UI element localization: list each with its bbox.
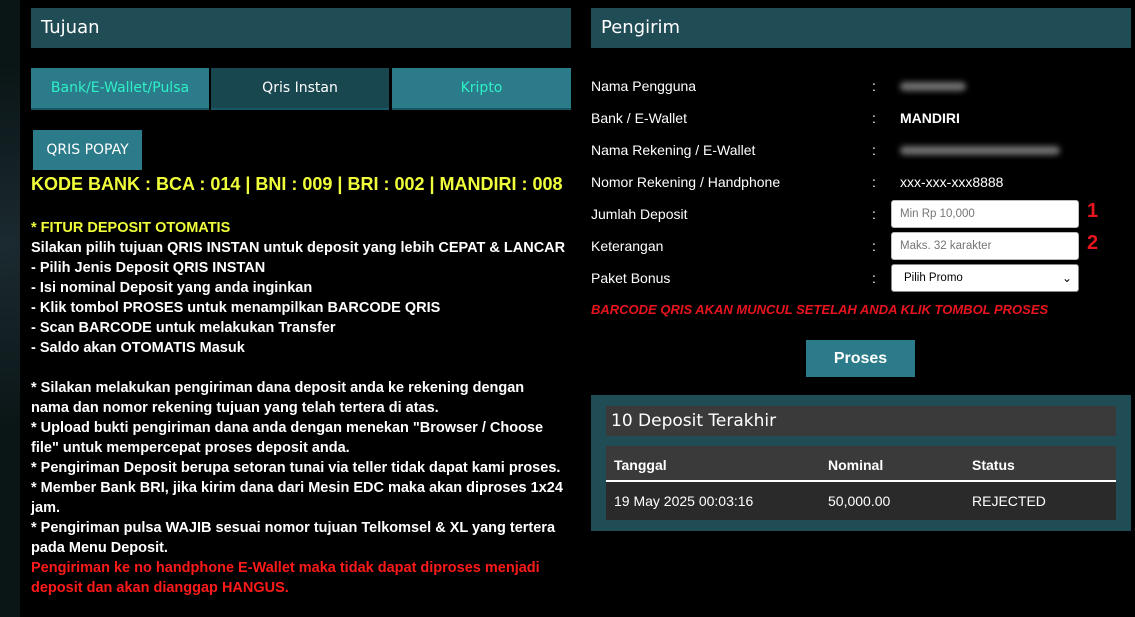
nama-pengguna-value-redacted [900, 78, 966, 94]
step-line: Silakan pilih tujuan QRIS INSTAN untuk d… [31, 240, 566, 256]
cell-tanggal: 19 May 2025 00:03:16 [614, 493, 754, 509]
deposit-history-panel: 10 Deposit Terakhir Tanggal Nominal Stat… [591, 395, 1131, 531]
paket-bonus-label: Paket Bonus [591, 270, 671, 286]
step-line: - Pilih Jenis Deposit QRIS INSTAN [31, 260, 266, 276]
note-line: * Pengiriman pulsa WAJIB sesuai nomor tu… [31, 520, 556, 536]
colon: : [872, 206, 876, 222]
note-line: * Member Bank BRI, jika kirim dana dari … [31, 480, 563, 496]
tab-qris-instan[interactable]: Qris Instan [211, 68, 389, 110]
cell-status: REJECTED [972, 493, 1046, 509]
tab-bank-ewallet-pulsa[interactable]: Bank/E-Wallet/Pulsa [31, 68, 209, 110]
step-line: - Scan BARCODE untuk melakukan Transfer [31, 320, 336, 336]
jumlah-deposit-label: Jumlah Deposit [591, 206, 688, 222]
warning-line: deposit dan akan dianggap HANGUS. [31, 580, 289, 596]
note-line: * Silakan melakukan pengiriman dana depo… [31, 380, 525, 396]
fitur-heading: * FITUR DEPOSIT OTOMATIS [31, 220, 231, 236]
tab-kripto[interactable]: Kripto [392, 68, 571, 110]
deposit-instructions: * FITUR DEPOSIT OTOMATIS Silakan pilih t… [31, 218, 576, 598]
cell-nominal: 50,000.00 [828, 493, 891, 509]
row-bank: Bank / E-Wallet : MANDIRI [591, 102, 1131, 134]
nomor-rekening-value: xxx-xxx-xxx8888 [900, 174, 1004, 190]
history-table: Tanggal Nominal Status 19 May 2025 00:03… [606, 446, 1116, 520]
keterangan-label: Keterangan [591, 238, 664, 254]
nama-rekening-label: Nama Rekening / E-Wallet [591, 142, 756, 158]
colon: : [872, 174, 876, 190]
colon: : [872, 270, 876, 286]
pengirim-header: Pengirim [591, 8, 1131, 48]
paket-bonus-select[interactable]: Pilih Promo ⌄ [891, 264, 1079, 292]
row-paket-bonus: Paket Bonus : Pilih Promo ⌄ [591, 262, 1131, 294]
jumlah-deposit-input[interactable] [891, 200, 1079, 228]
note-line: nama dan nomor rekening tujuan yang tela… [31, 400, 439, 416]
paket-bonus-selected: Pilih Promo [904, 272, 963, 284]
chevron-down-icon: ⌄ [1061, 271, 1072, 285]
nama-rekening-value-redacted [900, 142, 1060, 158]
annotation-marker-2: 2 [1087, 232, 1099, 254]
qris-popay-button[interactable]: QRIS POPAY [33, 130, 142, 170]
step-line: - Isi nominal Deposit yang anda inginkan [31, 280, 313, 296]
pengirim-panel: Pengirim Nama Pengguna : Bank / E-Wallet… [582, 0, 1135, 617]
nama-pengguna-label: Nama Pengguna [591, 78, 697, 94]
bank-value: MANDIRI [900, 110, 960, 126]
row-keterangan: Keterangan : 2 [591, 230, 1131, 262]
note-line: pada Menu Deposit. [31, 540, 168, 556]
barcode-note: BARCODE QRIS AKAN MUNCUL SETELAH ANDA KL… [591, 302, 1049, 317]
nomor-rekening-label: Nomor Rekening / Handphone [591, 174, 781, 190]
row-nama-rekening: Nama Rekening / E-Wallet : [591, 134, 1131, 166]
annotation-marker-1: 1 [1087, 200, 1099, 222]
colon: : [872, 142, 876, 158]
note-line: * Pengiriman Deposit berupa setoran tuna… [31, 460, 561, 476]
note-line: file" untuk mempercepat proses deposit a… [31, 440, 350, 456]
history-title: 10 Deposit Terakhir [606, 406, 1116, 436]
col-status: Status [972, 457, 1015, 473]
row-jumlah-deposit: Jumlah Deposit : 1 [591, 198, 1131, 230]
step-line: - Saldo akan OTOMATIS Masuk [31, 340, 245, 356]
keterangan-input[interactable] [891, 232, 1079, 260]
history-table-header: Tanggal Nominal Status [606, 446, 1116, 482]
note-line: * Upload bukti pengiriman dana anda deng… [31, 420, 544, 436]
row-nama-pengguna: Nama Pengguna : [591, 70, 1131, 102]
colon: : [872, 110, 876, 126]
proses-button[interactable]: Proses [806, 340, 915, 377]
row-nomor-rekening: Nomor Rekening / Handphone : xxx-xxx-xxx… [591, 166, 1131, 198]
note-line: jam. [31, 500, 61, 516]
table-row: 19 May 2025 00:03:16 50,000.00 REJECTED [606, 482, 1116, 520]
col-nominal: Nominal [828, 457, 884, 473]
col-tanggal: Tanggal [614, 457, 667, 473]
kode-bank-text: KODE BANK : BCA : 014 | BNI : 009 | BRI … [31, 174, 563, 194]
colon: : [872, 78, 876, 94]
bank-label: Bank / E-Wallet [591, 110, 687, 126]
colon: : [872, 238, 876, 254]
tujuan-header: Tujuan [31, 8, 571, 48]
tujuan-panel: Tujuan Bank/E-Wallet/Pulsa Qris Instan K… [20, 0, 582, 617]
step-line: - Klik tombol PROSES untuk menampilkan B… [31, 300, 441, 316]
warning-line: Pengiriman ke no handphone E-Wallet maka… [31, 560, 540, 576]
